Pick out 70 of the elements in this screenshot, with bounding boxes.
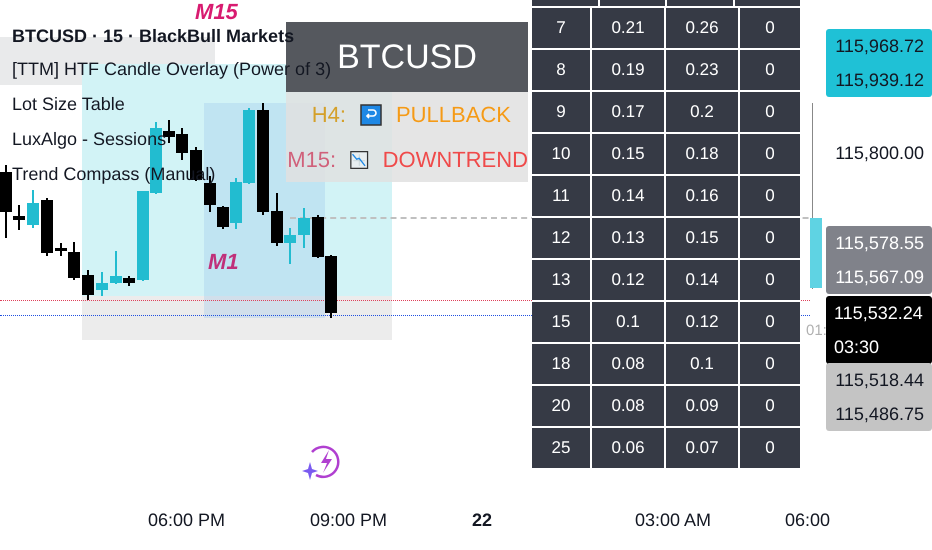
table-cell: 0.17 <box>592 92 664 132</box>
table-cell: 0 <box>740 176 800 216</box>
table-cell: 0 <box>740 50 800 90</box>
table-cell: 0.07 <box>666 428 738 468</box>
table-cell: 0.08 <box>592 386 664 426</box>
table-cell: 0.18 <box>666 134 738 174</box>
candle <box>176 128 188 160</box>
table-cell: 15 <box>532 302 590 342</box>
timeframe-label: H4: <box>310 102 346 128</box>
table-cell: 11 <box>532 176 590 216</box>
time-label: 06:00 <box>785 510 830 531</box>
table-cell: 0 <box>740 386 800 426</box>
time-label: 09:00 PM <box>310 510 388 531</box>
candle <box>82 270 94 300</box>
table-cell: 0.15 <box>592 134 664 174</box>
table-cell: 0.26 <box>666 8 738 48</box>
time-label: 22 <box>472 510 492 531</box>
table-cell: 0.19 <box>592 50 664 90</box>
candle <box>96 272 108 296</box>
timeframe-label: M1 <box>208 250 239 274</box>
trend-status: PULLBACK <box>396 102 511 128</box>
table-cell: 25 <box>532 428 590 468</box>
table-cell: 0 <box>740 428 800 468</box>
table-cell: 0.21 <box>592 8 664 48</box>
price-label: 115,518.44 115,486.75 <box>826 363 932 431</box>
table-cell: 0 <box>740 344 800 384</box>
table-cell: 0.13 <box>592 218 664 258</box>
table-cell: 9 <box>532 92 590 132</box>
table-cell: 0.12 <box>592 260 664 300</box>
table-cell: 0 <box>740 218 800 258</box>
table-cell: 0.15 <box>666 218 738 258</box>
table-cell: 8 <box>532 50 590 90</box>
candle <box>27 190 39 228</box>
price-label: 115,532.24 03:30 <box>826 296 932 364</box>
table-cell: 0.1 <box>592 302 664 342</box>
price-label: 115,578.55 115,567.09 <box>826 226 932 294</box>
time-label: 03:00 AM <box>635 510 712 531</box>
table-cell: 0.2 <box>666 92 738 132</box>
table-cell: 0 <box>740 8 800 48</box>
table-cell: 18 <box>532 344 590 384</box>
table-cell: 13 <box>532 260 590 300</box>
table-cell: 0 <box>740 134 800 174</box>
indicator-label[interactable]: Lot Size Table <box>12 87 125 122</box>
table-cell: 20 <box>532 386 590 426</box>
table-cell: 10 <box>532 134 590 174</box>
table-cell: 0.1 <box>666 344 738 384</box>
volume-marker <box>810 218 822 288</box>
price-label: 115,968.72 115,939.12 <box>826 29 932 97</box>
table-cell: 0.23 <box>666 50 738 90</box>
table-cell: 0.12 <box>666 302 738 342</box>
table-cell: 0.06 <box>592 428 664 468</box>
table-cell: 0 <box>740 92 800 132</box>
countdown-text: 01: <box>806 322 827 339</box>
table-cell: 0 <box>740 260 800 300</box>
downtrend-chart-icon <box>350 148 369 170</box>
time-label: 06:00 PM <box>148 510 226 531</box>
table-cell: 0.08 <box>592 344 664 384</box>
table-cell: 0.14 <box>666 260 738 300</box>
candle <box>298 208 310 248</box>
table-cell: 7 <box>532 8 590 48</box>
table-cell: 0.16 <box>666 176 738 216</box>
candle <box>41 198 53 256</box>
table-cell: 0.09 <box>666 386 738 426</box>
price-label: 115,800.00 <box>834 142 925 165</box>
table-cell: 0 <box>740 302 800 342</box>
timeframe-label: M15: <box>286 146 336 172</box>
timeframe-label: M15 <box>195 0 238 24</box>
table-cell: 12 <box>532 218 590 258</box>
trend-status: DOWNTREND <box>382 146 528 172</box>
table-cell: 0.14 <box>592 176 664 216</box>
